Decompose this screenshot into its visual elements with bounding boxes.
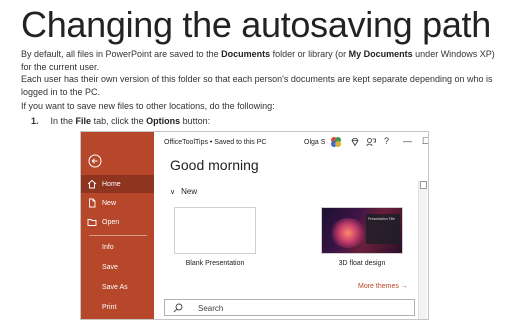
- feedback-icon[interactable]: [366, 137, 376, 147]
- search-icon: [173, 303, 183, 313]
- restore-button[interactable]: ☐: [422, 136, 428, 147]
- new-file-icon: [89, 198, 96, 208]
- chevron-down-icon: ∨: [170, 189, 176, 196]
- search-input[interactable]: Search: [164, 299, 415, 316]
- back-arrow-icon[interactable]: [88, 154, 102, 168]
- intro-paragraph: By default, all files in PowerPoint are …: [21, 49, 495, 72]
- office-start-screen: Home New Open Info Save Save As Print Of…: [80, 131, 429, 320]
- new-section-header[interactable]: ∨ New: [170, 187, 197, 196]
- sidebar-divider: [89, 235, 147, 236]
- 3d-float-label[interactable]: 3D float design: [321, 260, 403, 267]
- page-title: Changing the autosaving path: [21, 4, 491, 45]
- sidebar-item-save[interactable]: Save: [81, 258, 154, 276]
- folder-icon: [87, 219, 97, 226]
- diamond-icon[interactable]: [350, 137, 360, 147]
- more-themes-link[interactable]: More themes →: [358, 283, 408, 290]
- 3d-shape-graphic: [330, 218, 366, 248]
- sidebar-item-new[interactable]: New: [81, 194, 154, 212]
- avatar[interactable]: [330, 136, 342, 148]
- user-name[interactable]: Olga S: [304, 139, 325, 146]
- greeting-heading: Good morning: [170, 157, 259, 173]
- scroll-up-button[interactable]: [420, 181, 427, 189]
- thumbnail-title-text: Presentation Title: [368, 217, 396, 221]
- file-sidebar: Home New Open Info Save Save As Print: [81, 132, 154, 319]
- user-folder-paragraph: Each user has their own version of this …: [21, 74, 493, 97]
- step-1: 1. In the File tab, click the Options but…: [31, 116, 211, 126]
- sidebar-item-open[interactable]: Open: [81, 213, 154, 231]
- vertical-scrollbar[interactable]: [418, 181, 427, 319]
- sidebar-item-print[interactable]: Print: [81, 298, 154, 316]
- document-title: OfficeToolTips • Saved to this PC: [164, 139, 267, 146]
- blank-presentation-label[interactable]: Blank Presentation: [174, 260, 256, 267]
- blank-presentation-thumbnail[interactable]: [174, 207, 256, 254]
- sidebar-item-home[interactable]: Home: [81, 175, 154, 193]
- home-icon: [87, 179, 97, 189]
- sidebar-item-info[interactable]: Info: [81, 238, 154, 256]
- 3d-float-thumbnail[interactable]: Presentation Title: [321, 207, 403, 254]
- instruction-paragraph: If you want to save new files to other l…: [21, 101, 275, 111]
- title-bar: OfficeToolTips • Saved to this PC Olga S…: [154, 132, 428, 152]
- minimize-button[interactable]: —: [403, 136, 412, 146]
- help-icon[interactable]: ?: [384, 136, 389, 146]
- sidebar-item-save-as[interactable]: Save As: [81, 278, 154, 296]
- search-placeholder: Search: [198, 304, 224, 313]
